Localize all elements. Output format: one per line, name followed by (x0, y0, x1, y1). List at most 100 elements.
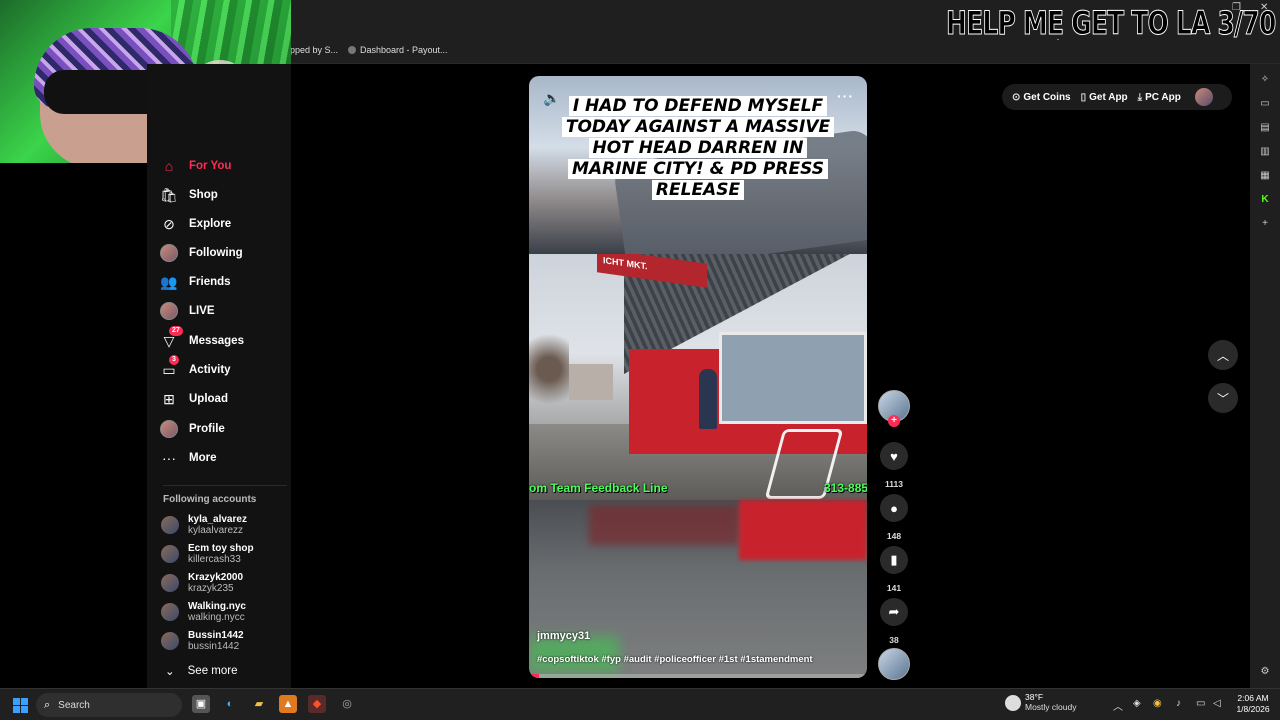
history-icon[interactable]: ▦ (1259, 170, 1271, 182)
link-icon (348, 46, 356, 54)
account-item[interactable]: Krazyk2000 krazyk235 (161, 572, 243, 594)
profile-icon (160, 420, 178, 438)
share-button[interactable]: ➦ 38 (880, 598, 908, 645)
bag-icon: 🛍 (160, 186, 178, 203)
activity-badge: 3 (169, 355, 179, 365)
account-handle: killercash33 (188, 554, 241, 565)
task-view-icon[interactable]: ▣ (192, 695, 210, 713)
messages-badge: 27 (169, 326, 183, 336)
comment-button[interactable]: ● 148 (880, 494, 908, 541)
leo-icon[interactable]: ✧ (1259, 74, 1271, 86)
stream-goal-banner: HELP ME GET TO LA 3/70 (946, 4, 1277, 43)
chevron-down-icon: ﹀ (1216, 391, 1229, 406)
heart-icon: ♥ (880, 442, 908, 470)
weather-widget[interactable]: 38°F Mostly cloudy (1005, 692, 1077, 713)
clock-date: 1/8/2026 (1236, 704, 1270, 714)
share-count: 38 (889, 635, 899, 645)
volume-icon[interactable]: 🔈 (543, 90, 560, 107)
user-avatar[interactable] (1194, 88, 1213, 106)
brave-icon[interactable]: ◆ (308, 695, 326, 713)
bookmarks-icon[interactable]: ▥ (1259, 146, 1271, 158)
like-button[interactable]: ♥ 1113 (880, 442, 908, 489)
nav-item-more[interactable]: ··· More (160, 448, 216, 468)
nav-item-shop[interactable]: 🛍 Shop (160, 185, 218, 205)
tray-app-icon[interactable]: ◉ (1153, 698, 1162, 709)
reading-list-icon[interactable]: ▤ (1259, 122, 1271, 134)
video-frame-main: ICHT MKT. om Team Feedback Line 313-885 (529, 254, 867, 500)
video-ticker: om Team Feedback Line 313-885 (529, 481, 867, 497)
avatar (161, 603, 179, 621)
account-name: kyla_alvarez (188, 514, 247, 525)
obs-icon[interactable]: ◎ (338, 695, 356, 713)
video-window (719, 332, 867, 424)
nav-label: Following (189, 247, 243, 259)
nav-label: LIVE (189, 305, 215, 317)
nav-item-explore[interactable]: ⊘ Explore (160, 214, 231, 234)
previous-video-button[interactable]: ︿ (1208, 340, 1238, 370)
download-icon: ⤓ (1137, 91, 1143, 103)
bookmark-item[interactable]: Dashboard - Payout... (348, 45, 448, 55)
following-avatar-icon (160, 244, 178, 262)
account-item[interactable]: Ecm toy shop killercash33 (161, 543, 254, 565)
wallet-icon[interactable]: ▭ (1259, 98, 1271, 110)
browser-sidebar: ✧ ▭ ▤ ▥ ▦ K + ⚙ (1250, 64, 1280, 688)
save-button[interactable]: ▮ 141 (880, 546, 908, 593)
nav-item-live[interactable]: LIVE (160, 301, 215, 321)
more-options-icon[interactable]: ··· (837, 88, 854, 104)
app-icon[interactable]: ▲ (279, 695, 297, 713)
video-hashtags[interactable]: #copsoftiktok #fyp #audit #policeofficer… (537, 654, 813, 665)
kick-icon[interactable]: K (1259, 194, 1271, 206)
video-progress-bar[interactable] (529, 674, 867, 678)
title-line: HOT HEAD DARREN IN (588, 138, 808, 158)
get-coins-button[interactable]: ⊙ Get Coins (1012, 92, 1071, 103)
see-more-button[interactable]: ⌄ See more (165, 664, 238, 678)
nav-label: More (189, 452, 217, 464)
nav-label: Friends (189, 276, 231, 288)
account-item[interactable]: Walking.nyc walking.nycc (161, 601, 246, 623)
taskbar-clock[interactable]: 2:06 AM 1/8/2026 (1230, 693, 1276, 715)
add-panel-icon[interactable]: + (1259, 218, 1271, 230)
title-line: TODAY AGAINST A MASSIVE (561, 117, 835, 137)
windows-start-icon[interactable] (13, 698, 28, 713)
nav-item-for-you[interactable]: ⌂ For You (160, 156, 232, 176)
left-sidebar: ⌂ For You 🛍 Shop ⊘ Explore Following 👥 F… (147, 64, 291, 688)
microphone-icon[interactable]: ♪ (1176, 698, 1181, 709)
video-author[interactable]: jmmycy31 (537, 630, 590, 642)
nav-item-friends[interactable]: 👥 Friends (160, 272, 231, 292)
nav-label: Profile (189, 423, 225, 435)
settings-gear-icon[interactable]: ⚙ (1259, 666, 1271, 678)
wifi-icon[interactable]: ▭ (1196, 698, 1205, 709)
share-arrow-icon: ➦ (880, 598, 908, 626)
title-line: RELEASE (651, 180, 745, 200)
next-video-button[interactable]: ﹀ (1208, 383, 1238, 413)
upload-icon: ⊞ (163, 390, 175, 407)
video-player[interactable]: ICHT MKT. om Team Feedback Line 313-885 … (529, 76, 867, 678)
video-tree (529, 314, 569, 424)
nav-item-upload[interactable]: ⊞ Upload (160, 389, 228, 409)
account-name: Bussin1442 (188, 630, 244, 641)
get-app-button[interactable]: ▯ Get App (1081, 92, 1128, 103)
follow-plus-icon[interactable]: + (888, 415, 900, 427)
taskbar-search[interactable]: ⌕ Search (36, 693, 182, 717)
account-item[interactable]: kyla_alvarez kylaalvarezz (161, 514, 247, 536)
bookmark-item[interactable]: pped by S... (290, 45, 338, 55)
tray-chevron-up-icon[interactable]: ︿ (1113, 698, 1123, 713)
top-actions: ⊙ Get Coins ▯ Get App ⤓ PC App (1002, 84, 1232, 110)
pc-app-button[interactable]: ⤓ PC App (1138, 92, 1181, 103)
nav-label: Upload (189, 393, 228, 405)
file-explorer-icon[interactable]: ▰ (250, 695, 268, 713)
nav-item-following[interactable]: Following (160, 243, 243, 263)
account-name: Ecm toy shop (188, 543, 254, 554)
edge-icon[interactable]: ◐ (221, 695, 239, 713)
video-house (569, 364, 613, 400)
network-app-icon[interactable]: ◈ (1133, 698, 1141, 709)
nav-item-activity[interactable]: ▭ 3 Activity (160, 355, 231, 380)
nav-item-messages[interactable]: ▽ 27 Messages (160, 326, 244, 351)
search-icon: ⌕ (44, 698, 51, 711)
nav-item-profile[interactable]: Profile (160, 419, 225, 439)
get-coins-label: Get Coins (1023, 91, 1071, 103)
account-item[interactable]: Bussin1442 bussin1442 (161, 630, 244, 652)
sound-disc-avatar[interactable] (878, 648, 910, 680)
nav-label: Messages (189, 335, 244, 347)
volume-tray-icon[interactable]: ◁ (1213, 698, 1221, 709)
